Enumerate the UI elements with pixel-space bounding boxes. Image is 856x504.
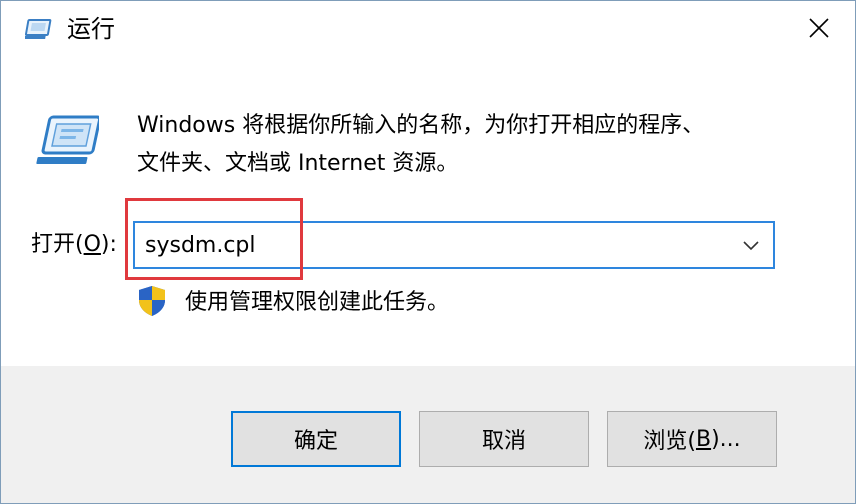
browse-button[interactable]: 浏览(B)... <box>607 411 777 467</box>
close-button[interactable] <box>783 1 855 59</box>
cancel-button[interactable]: 取消 <box>419 411 589 467</box>
button-bar: 确定 取消 浏览(B)... <box>1 366 855 503</box>
chevron-down-icon <box>743 236 759 255</box>
title-bar[interactable]: 运行 <box>1 1 855 59</box>
open-input[interactable] <box>145 223 725 267</box>
open-dropdown-button[interactable] <box>735 229 767 261</box>
ok-button[interactable]: 确定 <box>231 411 401 467</box>
dialog-content: Windows 将根据你所输入的名称，为你打开相应的程序、 文件夹、文档或 In… <box>1 59 855 366</box>
description-line-1: Windows 将根据你所输入的名称，为你打开相应的程序、 <box>137 113 705 138</box>
description-text: Windows 将根据你所输入的名称，为你打开相应的程序、 文件夹、文档或 In… <box>137 107 817 183</box>
open-combobox[interactable] <box>133 221 775 269</box>
description-line-2: 文件夹、文档或 Internet 资源。 <box>137 151 459 176</box>
run-program-icon <box>35 113 102 169</box>
uac-shield-icon <box>137 285 167 317</box>
admin-note: 使用管理权限创建此任务。 <box>185 290 450 315</box>
close-icon <box>808 17 830 43</box>
run-dialog-icon <box>23 17 55 41</box>
run-dialog: 运行 Windows 将根据你所输入的名称，为你打开相应的程序、 文件夹、文档或… <box>0 0 856 504</box>
window-title: 运行 <box>67 15 115 43</box>
open-label: 打开(O): <box>31 232 117 257</box>
